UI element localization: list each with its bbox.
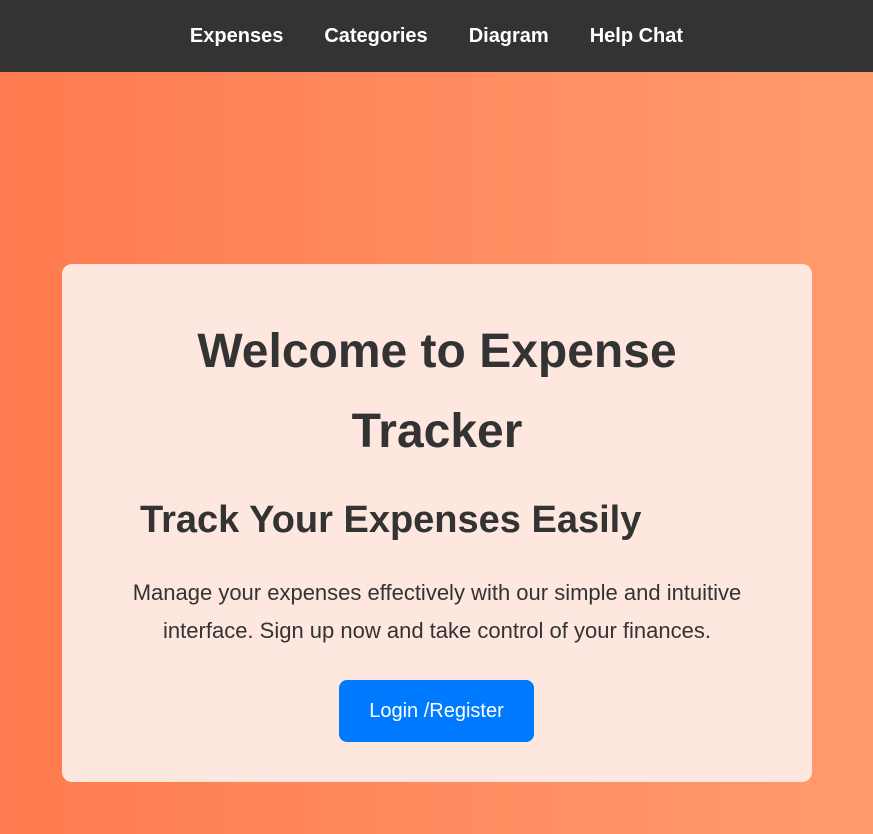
login-register-button[interactable]: Login /Register	[339, 680, 534, 742]
intro-description: Manage your expenses effectively with ou…	[132, 580, 742, 643]
nav-link-expenses[interactable]: Expenses	[190, 26, 283, 46]
nav-link-help-chat[interactable]: Help Chat	[590, 26, 683, 46]
nav-link-diagram[interactable]: Diagram	[469, 26, 549, 46]
page-title: Welcome to Expense Tracker	[197, 325, 677, 458]
welcome-card: Welcome to Expense Tracker Track Your Ex…	[62, 264, 812, 782]
top-navbar: Expenses Categories Diagram Help Chat	[0, 0, 873, 72]
page-subtitle: Track Your Expenses Easily	[140, 499, 642, 541]
nav-link-categories[interactable]: Categories	[324, 26, 427, 46]
